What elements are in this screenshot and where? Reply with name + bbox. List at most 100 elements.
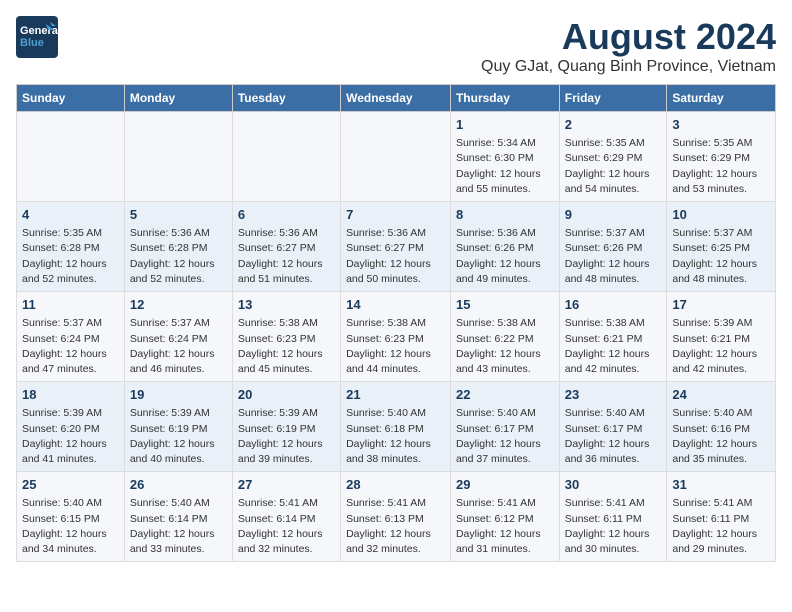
day-number: 14 bbox=[346, 296, 445, 314]
day-number: 10 bbox=[672, 206, 770, 224]
calendar-cell: 7Sunrise: 5:36 AM Sunset: 6:27 PM Daylig… bbox=[341, 202, 451, 292]
col-header-sunday: Sunday bbox=[17, 85, 125, 112]
day-info: Sunrise: 5:38 AM Sunset: 6:22 PM Dayligh… bbox=[456, 316, 554, 377]
day-info: Sunrise: 5:36 AM Sunset: 6:26 PM Dayligh… bbox=[456, 226, 554, 287]
day-number: 20 bbox=[238, 386, 335, 404]
calendar-cell: 12Sunrise: 5:37 AM Sunset: 6:24 PM Dayli… bbox=[124, 292, 232, 382]
day-info: Sunrise: 5:40 AM Sunset: 6:18 PM Dayligh… bbox=[346, 406, 445, 467]
subtitle: Quy GJat, Quang Binh Province, Vietnam bbox=[481, 58, 776, 76]
calendar-cell: 23 Sunrise: 5:40 AM Sunset: 6:17 PM Dayli… bbox=[559, 382, 667, 472]
calendar-cell: 21 Sunrise: 5:40 AM Sunset: 6:18 PM Dayli… bbox=[341, 382, 451, 472]
calendar-cell: 26 Sunrise: 5:40 AM Sunset: 6:14 PM Dayli… bbox=[124, 472, 232, 562]
calendar-cell bbox=[341, 112, 451, 202]
day-info: Sunrise: 5:41 AM Sunset: 6:11 PM Dayligh… bbox=[565, 496, 662, 557]
day-number: 26 bbox=[130, 476, 227, 494]
day-info: Sunrise: 5:36 AM Sunset: 6:27 PM Dayligh… bbox=[238, 226, 335, 287]
calendar-week-2: 4 Sunrise: 5:35 AM Sunset: 6:28 PM Daylig… bbox=[17, 202, 776, 292]
calendar-week-1: 1 Sunrise: 5:34 AM Sunset: 6:30 PM Daylig… bbox=[17, 112, 776, 202]
col-header-tuesday: Tuesday bbox=[232, 85, 340, 112]
day-number: 5 bbox=[130, 206, 227, 224]
day-info: Sunrise: 5:40 AM Sunset: 6:16 PM Dayligh… bbox=[672, 406, 770, 467]
day-number: 1 bbox=[456, 116, 554, 134]
day-info: Sunrise: 5:37 AM Sunset: 6:24 PM Dayligh… bbox=[22, 316, 119, 377]
calendar-cell: 29 Sunrise: 5:41 AM Sunset: 6:12 PM Dayli… bbox=[450, 472, 559, 562]
calendar-cell: 9Sunrise: 5:37 AM Sunset: 6:26 PM Daylig… bbox=[559, 202, 667, 292]
day-info: Sunrise: 5:39 AM Sunset: 6:20 PM Dayligh… bbox=[22, 406, 119, 467]
day-number: 25 bbox=[22, 476, 119, 494]
day-number: 21 bbox=[346, 386, 445, 404]
col-header-wednesday: Wednesday bbox=[341, 85, 451, 112]
day-info: Sunrise: 5:40 AM Sunset: 6:14 PM Dayligh… bbox=[130, 496, 227, 557]
day-info: Sunrise: 5:35 AM Sunset: 6:29 PM Dayligh… bbox=[565, 136, 662, 197]
calendar-cell bbox=[17, 112, 125, 202]
svg-text:Blue: Blue bbox=[20, 37, 44, 49]
calendar-week-4: 18 Sunrise: 5:39 AM Sunset: 6:20 PM Dayli… bbox=[17, 382, 776, 472]
calendar-cell: 18 Sunrise: 5:39 AM Sunset: 6:20 PM Dayli… bbox=[17, 382, 125, 472]
main-title: August 2024 bbox=[481, 16, 776, 58]
calendar-cell: 4 Sunrise: 5:35 AM Sunset: 6:28 PM Daylig… bbox=[17, 202, 125, 292]
calendar-cell: 17Sunrise: 5:39 AM Sunset: 6:21 PM Dayli… bbox=[667, 292, 776, 382]
day-info: Sunrise: 5:39 AM Sunset: 6:19 PM Dayligh… bbox=[130, 406, 227, 467]
day-number: 31 bbox=[672, 476, 770, 494]
day-number: 15 bbox=[456, 296, 554, 314]
calendar-cell: 1 Sunrise: 5:34 AM Sunset: 6:30 PM Daylig… bbox=[450, 112, 559, 202]
day-number: 27 bbox=[238, 476, 335, 494]
calendar-cell: 20 Sunrise: 5:39 AM Sunset: 6:19 PM Dayli… bbox=[232, 382, 340, 472]
calendar-cell: 27 Sunrise: 5:41 AM Sunset: 6:14 PM Dayli… bbox=[232, 472, 340, 562]
calendar-cell: 25 Sunrise: 5:40 AM Sunset: 6:15 PM Dayli… bbox=[17, 472, 125, 562]
calendar-cell: 2 Sunrise: 5:35 AM Sunset: 6:29 PM Daylig… bbox=[559, 112, 667, 202]
day-number: 22 bbox=[456, 386, 554, 404]
calendar-cell: 3Sunrise: 5:35 AM Sunset: 6:29 PM Daylig… bbox=[667, 112, 776, 202]
day-info: Sunrise: 5:41 AM Sunset: 6:12 PM Dayligh… bbox=[456, 496, 554, 557]
day-number: 4 bbox=[22, 206, 119, 224]
calendar-cell: 8Sunrise: 5:36 AM Sunset: 6:26 PM Daylig… bbox=[450, 202, 559, 292]
day-info: Sunrise: 5:37 AM Sunset: 6:24 PM Dayligh… bbox=[130, 316, 227, 377]
day-info: Sunrise: 5:41 AM Sunset: 6:14 PM Dayligh… bbox=[238, 496, 335, 557]
day-info: Sunrise: 5:34 AM Sunset: 6:30 PM Dayligh… bbox=[456, 136, 554, 197]
day-info: Sunrise: 5:38 AM Sunset: 6:21 PM Dayligh… bbox=[565, 316, 662, 377]
calendar-week-3: 11Sunrise: 5:37 AM Sunset: 6:24 PM Dayli… bbox=[17, 292, 776, 382]
calendar-table: SundayMondayTuesdayWednesdayThursdayFrid… bbox=[16, 84, 776, 562]
calendar-cell: 10Sunrise: 5:37 AM Sunset: 6:25 PM Dayli… bbox=[667, 202, 776, 292]
calendar-cell: 30 Sunrise: 5:41 AM Sunset: 6:11 PM Dayli… bbox=[559, 472, 667, 562]
day-info: Sunrise: 5:40 AM Sunset: 6:17 PM Dayligh… bbox=[565, 406, 662, 467]
calendar-cell: 11Sunrise: 5:37 AM Sunset: 6:24 PM Dayli… bbox=[17, 292, 125, 382]
day-number: 18 bbox=[22, 386, 119, 404]
day-number: 23 bbox=[565, 386, 662, 404]
day-info: Sunrise: 5:38 AM Sunset: 6:23 PM Dayligh… bbox=[346, 316, 445, 377]
day-info: Sunrise: 5:35 AM Sunset: 6:28 PM Dayligh… bbox=[22, 226, 119, 287]
day-info: Sunrise: 5:40 AM Sunset: 6:17 PM Dayligh… bbox=[456, 406, 554, 467]
svg-text:General: General bbox=[20, 25, 58, 37]
day-info: Sunrise: 5:37 AM Sunset: 6:26 PM Dayligh… bbox=[565, 226, 662, 287]
day-number: 13 bbox=[238, 296, 335, 314]
page-header: General Blue August 2024 Quy GJat, Quang… bbox=[16, 16, 776, 76]
calendar-cell: 19 Sunrise: 5:39 AM Sunset: 6:19 PM Dayli… bbox=[124, 382, 232, 472]
day-number: 19 bbox=[130, 386, 227, 404]
col-header-saturday: Saturday bbox=[667, 85, 776, 112]
day-number: 30 bbox=[565, 476, 662, 494]
calendar-cell: 28 Sunrise: 5:41 AM Sunset: 6:13 PM Dayli… bbox=[341, 472, 451, 562]
day-number: 28 bbox=[346, 476, 445, 494]
calendar-cell: 13Sunrise: 5:38 AM Sunset: 6:23 PM Dayli… bbox=[232, 292, 340, 382]
day-info: Sunrise: 5:41 AM Sunset: 6:11 PM Dayligh… bbox=[672, 496, 770, 557]
day-info: Sunrise: 5:36 AM Sunset: 6:28 PM Dayligh… bbox=[130, 226, 227, 287]
calendar-cell: 6Sunrise: 5:36 AM Sunset: 6:27 PM Daylig… bbox=[232, 202, 340, 292]
day-number: 24 bbox=[672, 386, 770, 404]
day-number: 16 bbox=[565, 296, 662, 314]
title-block: August 2024 Quy GJat, Quang Binh Provinc… bbox=[481, 16, 776, 76]
calendar-cell bbox=[232, 112, 340, 202]
logo-icon: General Blue bbox=[16, 16, 58, 58]
day-number: 29 bbox=[456, 476, 554, 494]
calendar-cell: 15 Sunrise: 5:38 AM Sunset: 6:22 PM Dayli… bbox=[450, 292, 559, 382]
calendar-cell: 22 Sunrise: 5:40 AM Sunset: 6:17 PM Dayli… bbox=[450, 382, 559, 472]
calendar-cell: 14 Sunrise: 5:38 AM Sunset: 6:23 PM Dayli… bbox=[341, 292, 451, 382]
day-number: 3 bbox=[672, 116, 770, 134]
day-info: Sunrise: 5:39 AM Sunset: 6:21 PM Dayligh… bbox=[672, 316, 770, 377]
day-info: Sunrise: 5:39 AM Sunset: 6:19 PM Dayligh… bbox=[238, 406, 335, 467]
day-info: Sunrise: 5:41 AM Sunset: 6:13 PM Dayligh… bbox=[346, 496, 445, 557]
day-info: Sunrise: 5:36 AM Sunset: 6:27 PM Dayligh… bbox=[346, 226, 445, 287]
day-number: 2 bbox=[565, 116, 662, 134]
col-header-thursday: Thursday bbox=[450, 85, 559, 112]
col-header-monday: Monday bbox=[124, 85, 232, 112]
day-info: Sunrise: 5:40 AM Sunset: 6:15 PM Dayligh… bbox=[22, 496, 119, 557]
